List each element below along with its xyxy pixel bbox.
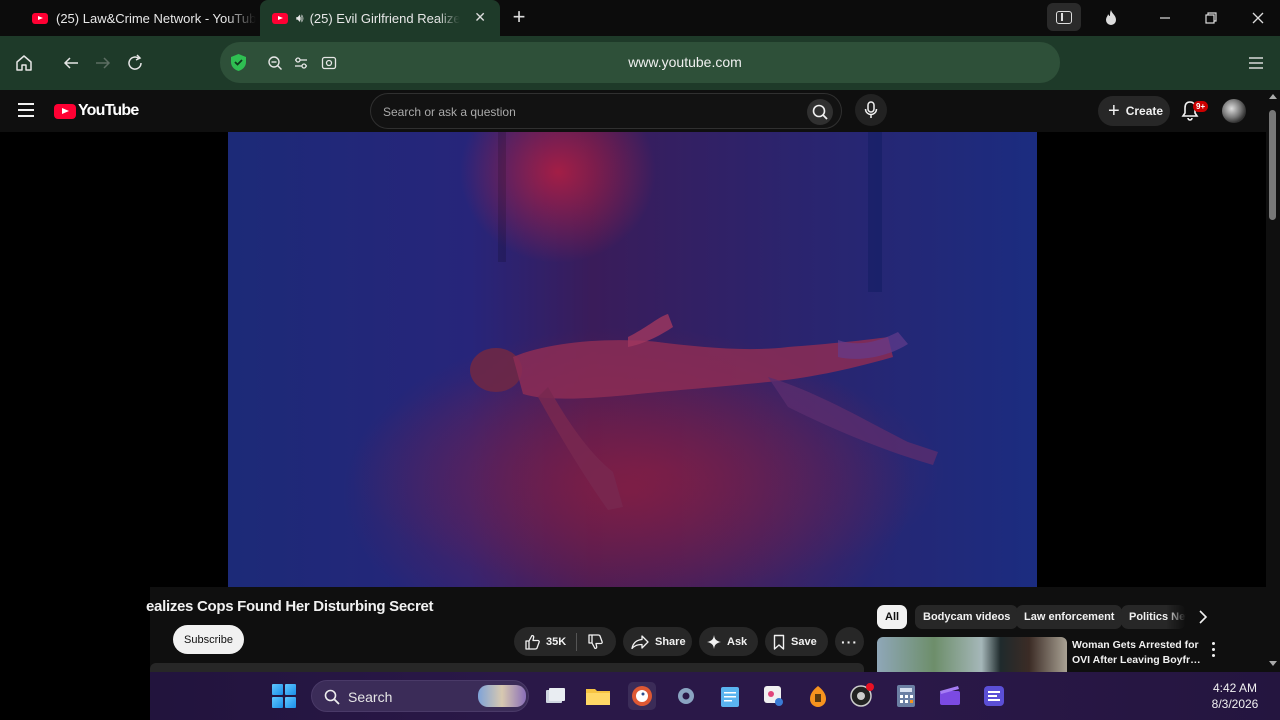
flame-icon[interactable] xyxy=(1096,4,1126,32)
dislike-button[interactable] xyxy=(577,633,604,650)
recommendation-thumbnail[interactable] xyxy=(877,637,1067,673)
bookmark-icon xyxy=(773,634,785,650)
youtube-favicon-icon xyxy=(272,12,288,24)
avatar[interactable] xyxy=(1222,99,1246,123)
home-icon[interactable] xyxy=(12,51,36,75)
save-label: Save xyxy=(791,635,817,648)
duckduckgo-browser-icon[interactable] xyxy=(628,682,656,710)
description-box[interactable] xyxy=(150,663,864,672)
taskbar-clock[interactable]: 4:42 AM 8/3/2026 xyxy=(1200,680,1270,712)
thumbs-down-icon xyxy=(587,633,604,650)
audio-playing-icon[interactable]: 🔊︎ xyxy=(296,11,304,26)
clock-date: 8/3/2026 xyxy=(1211,697,1259,711)
scroll-down-arrow-icon[interactable] xyxy=(1269,661,1277,666)
obs-studio-icon[interactable] xyxy=(848,682,876,710)
save-button[interactable]: Save xyxy=(765,627,828,656)
tab-law-crime-network[interactable]: (25) Law&Crime Network - YouTube xyxy=(22,0,258,36)
youtube-wordmark: YouTube xyxy=(78,102,139,119)
sparkle-icon xyxy=(707,634,721,649)
video-title: ealizes Cops Found Her Disturbing Secret xyxy=(146,598,434,615)
taskbar-search-label: Search xyxy=(348,689,393,705)
video-scene-figure xyxy=(470,314,938,510)
clock-time: 4:42 AM xyxy=(1212,681,1258,695)
close-tab-icon[interactable]: ✕ xyxy=(474,9,486,26)
minimize-icon[interactable] xyxy=(1150,4,1180,32)
sidebar-icon xyxy=(1056,10,1072,24)
chip-politics-news[interactable]: Politics News xyxy=(1121,605,1186,629)
fl-studio-icon[interactable] xyxy=(804,682,832,710)
share-button[interactable]: Share xyxy=(623,627,692,656)
browser-tab-strip: (25) Law&Crime Network - YouTube 🔊︎ (25)… xyxy=(0,0,1280,36)
windows-start-icon[interactable] xyxy=(272,684,296,708)
like-button[interactable]: 35K xyxy=(514,627,566,656)
plus-icon: + xyxy=(1108,100,1120,122)
ask-button[interactable]: Ask xyxy=(699,627,758,656)
tab-title: (25) Evil Girlfriend Realizes Cops Found… xyxy=(309,10,460,26)
guide-menu-icon[interactable] xyxy=(18,103,34,117)
scrollbar-thumb[interactable] xyxy=(1269,110,1276,220)
file-explorer-icon[interactable] xyxy=(584,682,612,710)
clipchamp-icon[interactable] xyxy=(936,682,964,710)
address-bar[interactable]: www.youtube.com xyxy=(220,42,1060,83)
recommendation-title-line: Woman Gets Arrested for xyxy=(1072,639,1199,651)
microphone-icon[interactable] xyxy=(855,94,887,126)
like-count: 35K xyxy=(546,635,567,648)
kebab-menu-icon[interactable] xyxy=(1206,640,1220,658)
notification-count-badge: 9+ xyxy=(1193,101,1209,112)
notepad-icon[interactable] xyxy=(716,682,744,710)
like-dislike-group: 35K xyxy=(514,627,616,656)
scroll-up-arrow-icon[interactable] xyxy=(1269,94,1277,99)
youtube-play-icon xyxy=(54,103,76,119)
snipping-tool-icon[interactable] xyxy=(760,682,788,710)
search-highlight-image xyxy=(478,685,526,707)
video-player[interactable] xyxy=(228,132,1037,587)
ask-label: Ask xyxy=(727,635,748,648)
browser-toolbar: www.youtube.com xyxy=(0,36,1280,90)
text-editor-icon[interactable] xyxy=(980,682,1008,710)
new-tab-button[interactable]: + xyxy=(508,6,530,28)
youtube-logo[interactable]: YouTube xyxy=(54,102,139,120)
settings-gear-icon[interactable] xyxy=(672,682,700,710)
tab-title: (25) Law&Crime Network - YouTube xyxy=(56,10,256,26)
more-actions-icon[interactable]: ··· xyxy=(835,627,864,656)
create-label: Create xyxy=(1125,104,1164,118)
search-box[interactable]: Search or ask a question xyxy=(370,93,842,129)
search-icon[interactable] xyxy=(807,99,833,125)
share-arrow-icon xyxy=(631,634,649,649)
calculator-icon[interactable] xyxy=(892,682,920,710)
chip-bodycam-videos[interactable]: Bodycam videos xyxy=(915,605,1019,629)
reload-icon[interactable] xyxy=(123,51,147,75)
tab-evil-girlfriend[interactable]: 🔊︎ (25) Evil Girlfriend Realizes Cops Fo… xyxy=(260,0,500,36)
sidebar-toggle-button[interactable] xyxy=(1047,3,1081,31)
left-black-panel xyxy=(0,672,150,720)
task-view-icon[interactable] xyxy=(541,682,569,710)
url-text[interactable]: www.youtube.com xyxy=(220,54,1150,70)
chip-all[interactable]: All xyxy=(877,605,908,629)
thumbs-up-icon xyxy=(524,634,540,650)
recommendation-title[interactable]: Woman Gets Arrested for OVI After Leavin… xyxy=(1072,638,1202,668)
taskbar-search[interactable]: Search xyxy=(311,680,529,712)
youtube-masthead: YouTube Search or ask a question + Creat… xyxy=(0,90,1266,132)
browser-menu-icon[interactable] xyxy=(1244,51,1268,75)
chip-law-enforcement[interactable]: Law enforcement xyxy=(1016,605,1123,629)
restore-icon[interactable] xyxy=(1196,4,1226,32)
close-window-icon[interactable] xyxy=(1243,4,1273,32)
youtube-favicon-icon xyxy=(32,12,48,24)
forward-arrow-icon[interactable] xyxy=(91,51,115,75)
recommendation-title-line: OVI After Leaving Boyfriend... xyxy=(1072,654,1202,666)
subscribe-button[interactable]: Subscribe xyxy=(173,625,244,654)
search-icon xyxy=(324,689,340,705)
share-label: Share xyxy=(655,635,686,648)
page-scrollbar[interactable] xyxy=(1266,90,1280,672)
chevron-right-icon[interactable] xyxy=(1194,608,1212,626)
back-arrow-icon[interactable] xyxy=(59,51,83,75)
create-button[interactable]: + Create xyxy=(1098,96,1170,126)
search-input[interactable]: Search or ask a question xyxy=(383,105,516,119)
